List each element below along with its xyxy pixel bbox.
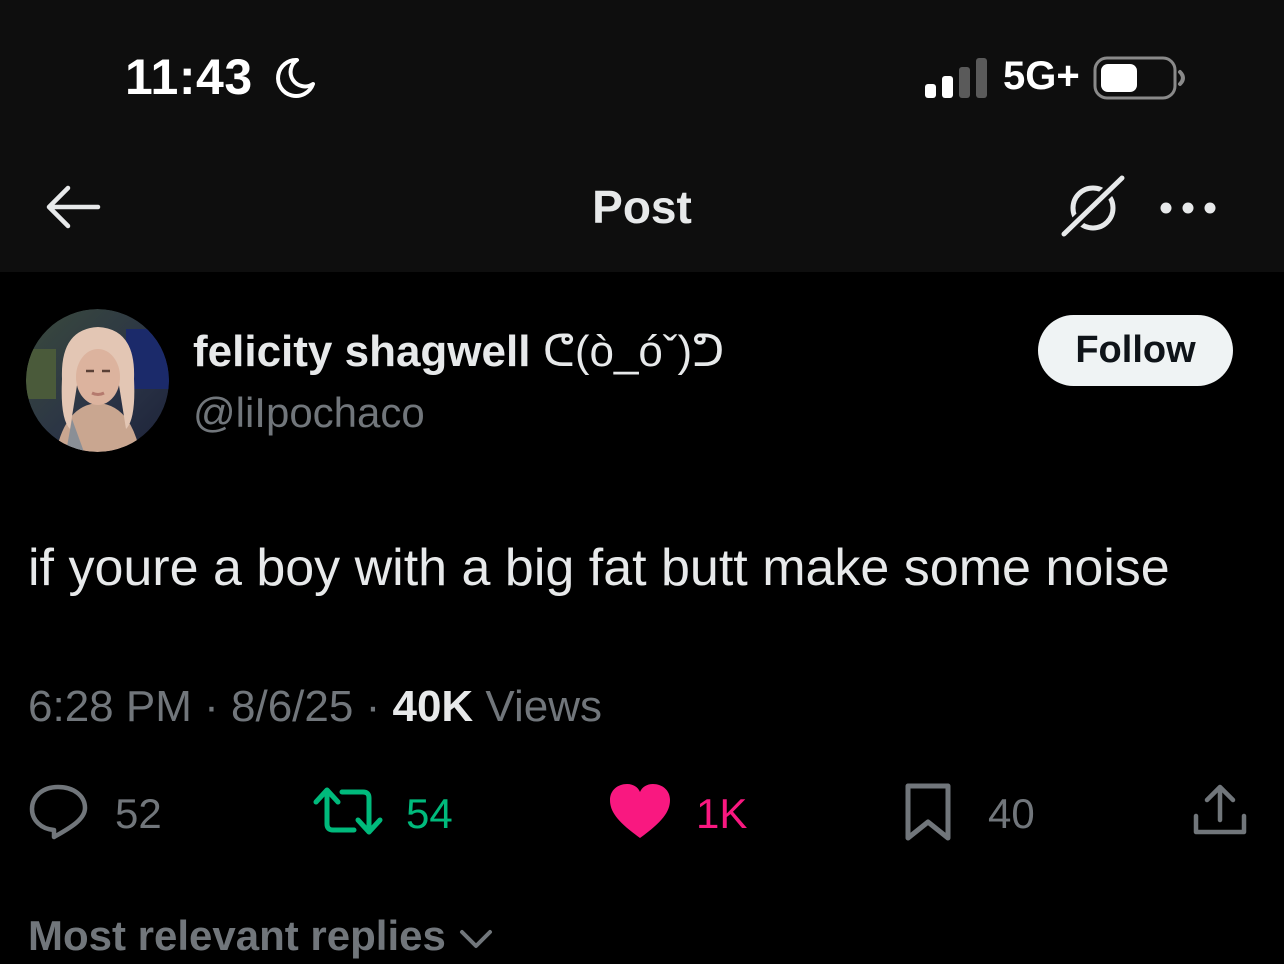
repost-button[interactable]: 54 — [312, 782, 462, 842]
bookmark-icon — [905, 783, 951, 841]
replies-sort-label[interactable]: Most relevant replies — [28, 912, 446, 960]
views-count: 40K — [392, 682, 474, 731]
status-time: 11:43 — [125, 49, 253, 105]
author-display-name[interactable]: felicity shagwell ᕦ(ò_óˇ)ᕤ — [193, 326, 724, 377]
repost-count: 54 — [406, 790, 453, 837]
chevron-down-icon[interactable] — [458, 926, 494, 952]
follow-button[interactable]: Follow — [1038, 315, 1233, 386]
repost-icon — [313, 787, 383, 835]
more-icon[interactable] — [1158, 196, 1218, 220]
post-date[interactable]: 8/6/25 — [231, 682, 353, 731]
top-bar: 11:43 5G+ Post — [0, 0, 1284, 272]
bookmark-count: 40 — [988, 790, 1035, 837]
reply-button[interactable]: 52 — [28, 782, 168, 842]
network-type: 5G+ — [1003, 54, 1080, 98]
signal-icon — [925, 58, 987, 98]
avatar[interactable] — [26, 309, 169, 452]
reply-icon — [29, 784, 88, 840]
author-name-emoticon: ᕦ(ò_óˇ)ᕤ — [542, 327, 725, 376]
author-handle[interactable]: @liIpochaco — [193, 389, 425, 437]
like-count: 1K — [696, 790, 748, 837]
post-meta: 6:28 PM · 8/6/25 · 40K Views — [28, 682, 602, 732]
post-text: if youre a boy with a big fat butt make … — [28, 539, 1170, 597]
views-label: Views — [485, 682, 602, 731]
battery-icon — [1093, 56, 1185, 100]
moon-icon — [276, 57, 315, 98]
meta-separator: · — [365, 682, 381, 731]
heart-icon — [610, 784, 670, 838]
author-name-text: felicity shagwell — [193, 327, 531, 376]
post-time[interactable]: 6:28 PM — [28, 682, 192, 731]
share-button[interactable] — [1190, 782, 1250, 842]
bookmark-button[interactable]: 40 — [902, 782, 1052, 842]
meta-separator: · — [204, 682, 219, 731]
like-button[interactable]: 1K — [608, 782, 758, 842]
reply-count: 52 — [115, 790, 162, 837]
share-icon — [1193, 784, 1247, 835]
grok-icon[interactable] — [1058, 172, 1128, 242]
